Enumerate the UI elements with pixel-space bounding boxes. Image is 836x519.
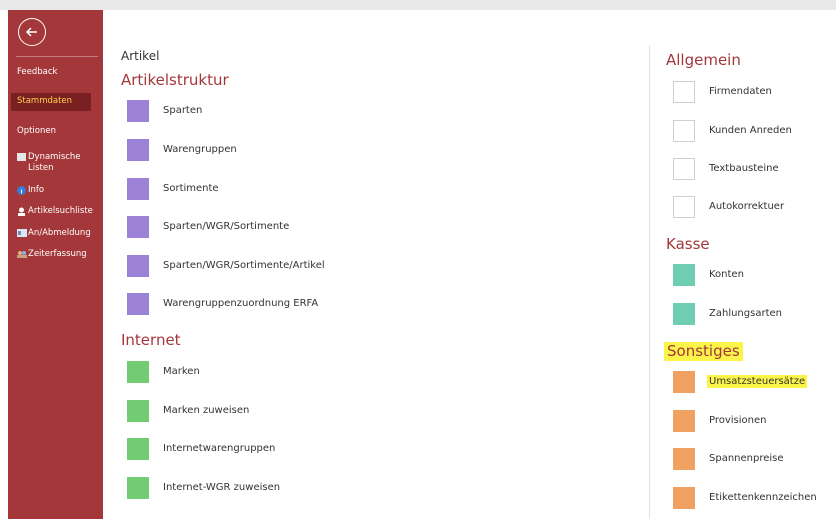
tile-swatch (673, 264, 695, 286)
window-top-bar (0, 0, 836, 10)
sidebar-item-zeiterfassung[interactable]: Zeiterfassung (8, 249, 103, 263)
tile-swatch (127, 255, 149, 277)
sidebar-item-label: Stammdaten (17, 96, 73, 106)
tile-swatch (127, 361, 149, 383)
tile-label: Spannenpreise (709, 453, 784, 464)
section-title: Artikel (121, 49, 160, 63)
sidebar-item-label: Optionen (17, 126, 56, 136)
tile-swatch (673, 487, 695, 509)
sidebar-item-label: An/Abmeldung (28, 228, 91, 238)
tile-swatch (673, 196, 695, 218)
tile-label: Marken (163, 366, 200, 377)
heading-allgemein: Allgemein (666, 51, 741, 69)
tile-label: Konten (709, 269, 744, 280)
tile-label: Warengruppenzuordnung ERFA (163, 298, 319, 309)
tile-swatch (673, 303, 695, 325)
tile-label: Sparten/WGR/Sortimente (163, 221, 290, 232)
tile-label: Internet-WGR zuweisen (163, 482, 281, 493)
tile-swatch (127, 216, 149, 238)
sidebar-item-label: Zeiterfassung (28, 249, 87, 259)
sidebar-item-optionen[interactable]: Optionen (8, 126, 103, 140)
tile-label: Sparten/WGR/Sortimente/Artikel (163, 260, 325, 271)
tile-label: Zahlungsarten (709, 308, 782, 319)
heading-kasse: Kasse (666, 235, 710, 253)
tile-label: Textbausteine (709, 163, 779, 174)
tile-swatch (673, 158, 695, 180)
heading-artikelstruktur: Artikelstruktur (121, 71, 229, 89)
tile-label: Kunden Anreden (709, 125, 792, 136)
back-arrow-icon[interactable] (18, 18, 46, 46)
column-divider (649, 45, 650, 519)
tile-label: Warengruppen (163, 144, 237, 155)
search-person-icon (17, 207, 26, 220)
sidebar-item-label: Artikelsuchliste (28, 206, 93, 216)
tile-label: Firmendaten (709, 86, 772, 97)
heading-internet: Internet (121, 331, 181, 349)
tile-label: Provisionen (709, 415, 767, 426)
heading-sonstiges: Sonstiges (664, 342, 743, 361)
sidebar-item-feedback[interactable]: Feedback (8, 67, 103, 81)
sidebar-item-dynamische-listen[interactable]: Dynamische Listen (8, 152, 103, 176)
tile-swatch (127, 100, 149, 122)
sidebar-item-label: Dynamische Listen (28, 152, 81, 173)
tile-label: Marken zuweisen (163, 405, 250, 416)
tile-swatch (127, 438, 149, 460)
tile-swatch (673, 410, 695, 432)
sidebar-item-an-abmeldung[interactable]: An/Abmeldung (8, 228, 103, 242)
tile-swatch (673, 120, 695, 142)
tile-swatch (127, 477, 149, 499)
tile-label: Sortimente (163, 183, 219, 194)
tile-swatch (673, 371, 695, 393)
sidebar-item-info[interactable]: Info (8, 185, 103, 199)
info-icon (17, 186, 26, 199)
people-clock-icon (17, 250, 27, 262)
sidebar: Feedback Stammdaten Optionen Dynamische … (8, 10, 103, 519)
tile-swatch (127, 293, 149, 315)
tile-label: Etikettenkennzeichen (709, 492, 817, 503)
sidebar-divider (16, 56, 98, 57)
tile-label: Autokorrektuer (709, 201, 785, 212)
sidebar-item-artikelsuchliste[interactable]: Artikelsuchliste (8, 206, 103, 220)
tile-swatch (673, 81, 695, 103)
sidebar-item-stammdaten[interactable]: Stammdaten (11, 93, 91, 111)
id-card-icon (17, 229, 27, 241)
tile-swatch (127, 139, 149, 161)
tile-label: Sparten (163, 105, 203, 116)
sidebar-item-label: Info (28, 185, 45, 195)
list-icon (17, 153, 26, 165)
tile-label: Internetwarengruppen (163, 443, 276, 454)
sidebar-item-label: Feedback (17, 67, 58, 77)
main-content: Artikel Artikelstruktur Sparten Warengru… (103, 10, 836, 519)
tile-swatch (673, 448, 695, 470)
tile-label: Umsatzsteuersätze (707, 375, 808, 388)
tile-swatch (127, 178, 149, 200)
tile-swatch (127, 400, 149, 422)
